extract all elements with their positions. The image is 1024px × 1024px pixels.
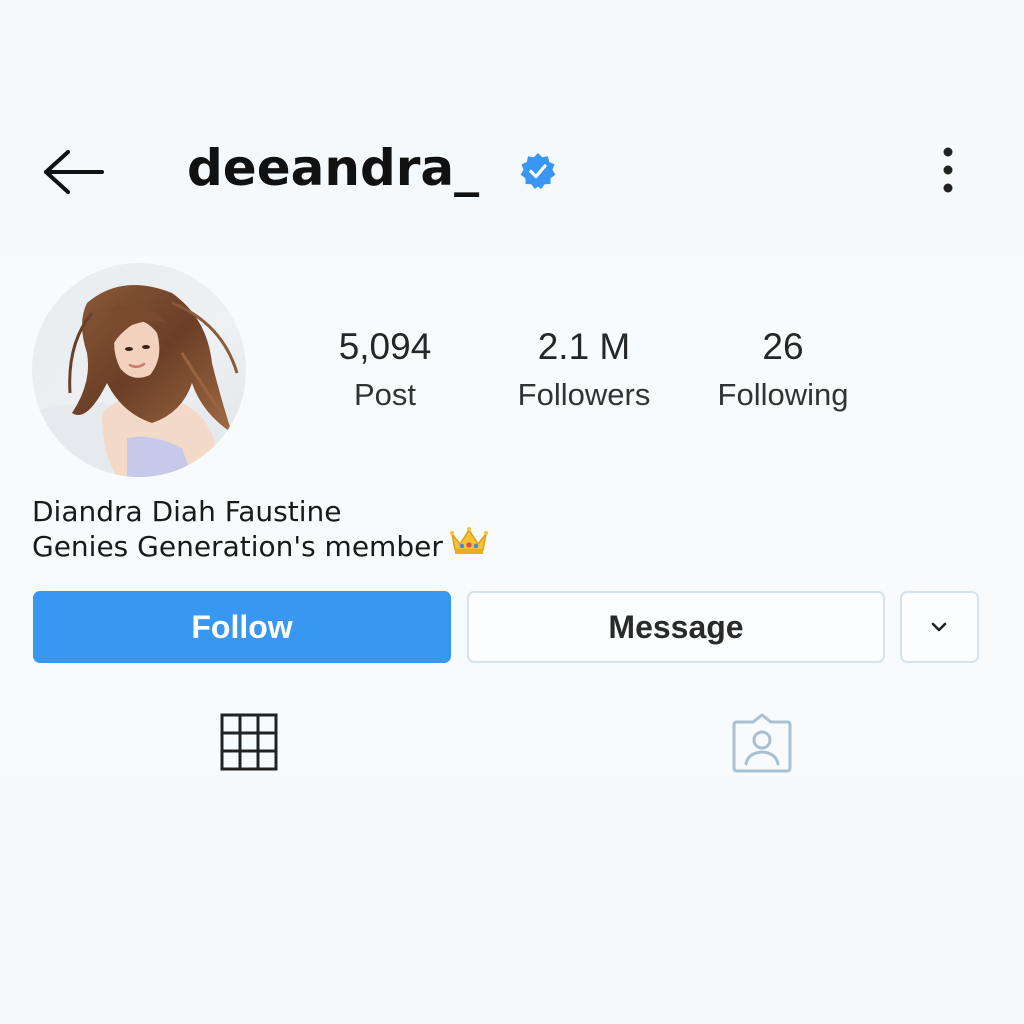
following-label: Following: [717, 377, 849, 412]
profile-header: deeandra_: [0, 120, 1024, 230]
vertical-ellipsis-icon: [943, 147, 953, 193]
tab-tagged[interactable]: [731, 712, 793, 774]
tab-grid[interactable]: [220, 713, 278, 771]
bio-text-line: Genies Generation's member: [32, 526, 489, 564]
posts-label: Post: [353, 377, 417, 412]
tagged-person-icon: [732, 713, 792, 773]
chevron-down-icon: [931, 622, 947, 632]
followers-count: 2.1 M: [537, 326, 631, 367]
bio-text: Genies Generation's member: [32, 530, 443, 563]
grid-icon: [220, 713, 278, 771]
stat-posts[interactable]: 5,094 Post: [285, 322, 485, 418]
back-button[interactable]: [38, 148, 110, 196]
posts-count: 5,094: [338, 326, 432, 367]
arrow-left-icon: [44, 150, 104, 194]
stat-following[interactable]: 26 Following: [683, 322, 883, 418]
bio-name: Diandra Diah Faustine: [32, 495, 342, 528]
follow-button[interactable]: Follow: [33, 591, 451, 663]
crown-icon: [449, 526, 489, 564]
stat-followers[interactable]: 2.1 M Followers: [484, 322, 684, 418]
following-count: 26: [762, 326, 804, 367]
profile-photo[interactable]: [32, 263, 246, 477]
profile-bio: Diandra Diah Faustine Genies Generation'…: [32, 494, 489, 564]
profile-username: deeandra_: [187, 139, 480, 197]
message-button[interactable]: Message: [467, 591, 885, 663]
profile-screen: deeandra_ 5,094 Post 2.1 M Followers 26 …: [0, 0, 1024, 1024]
suggested-accounts-button[interactable]: [900, 591, 979, 663]
verified-badge-icon: [519, 152, 557, 190]
options-button[interactable]: [930, 144, 966, 196]
followers-label: Followers: [517, 377, 651, 412]
